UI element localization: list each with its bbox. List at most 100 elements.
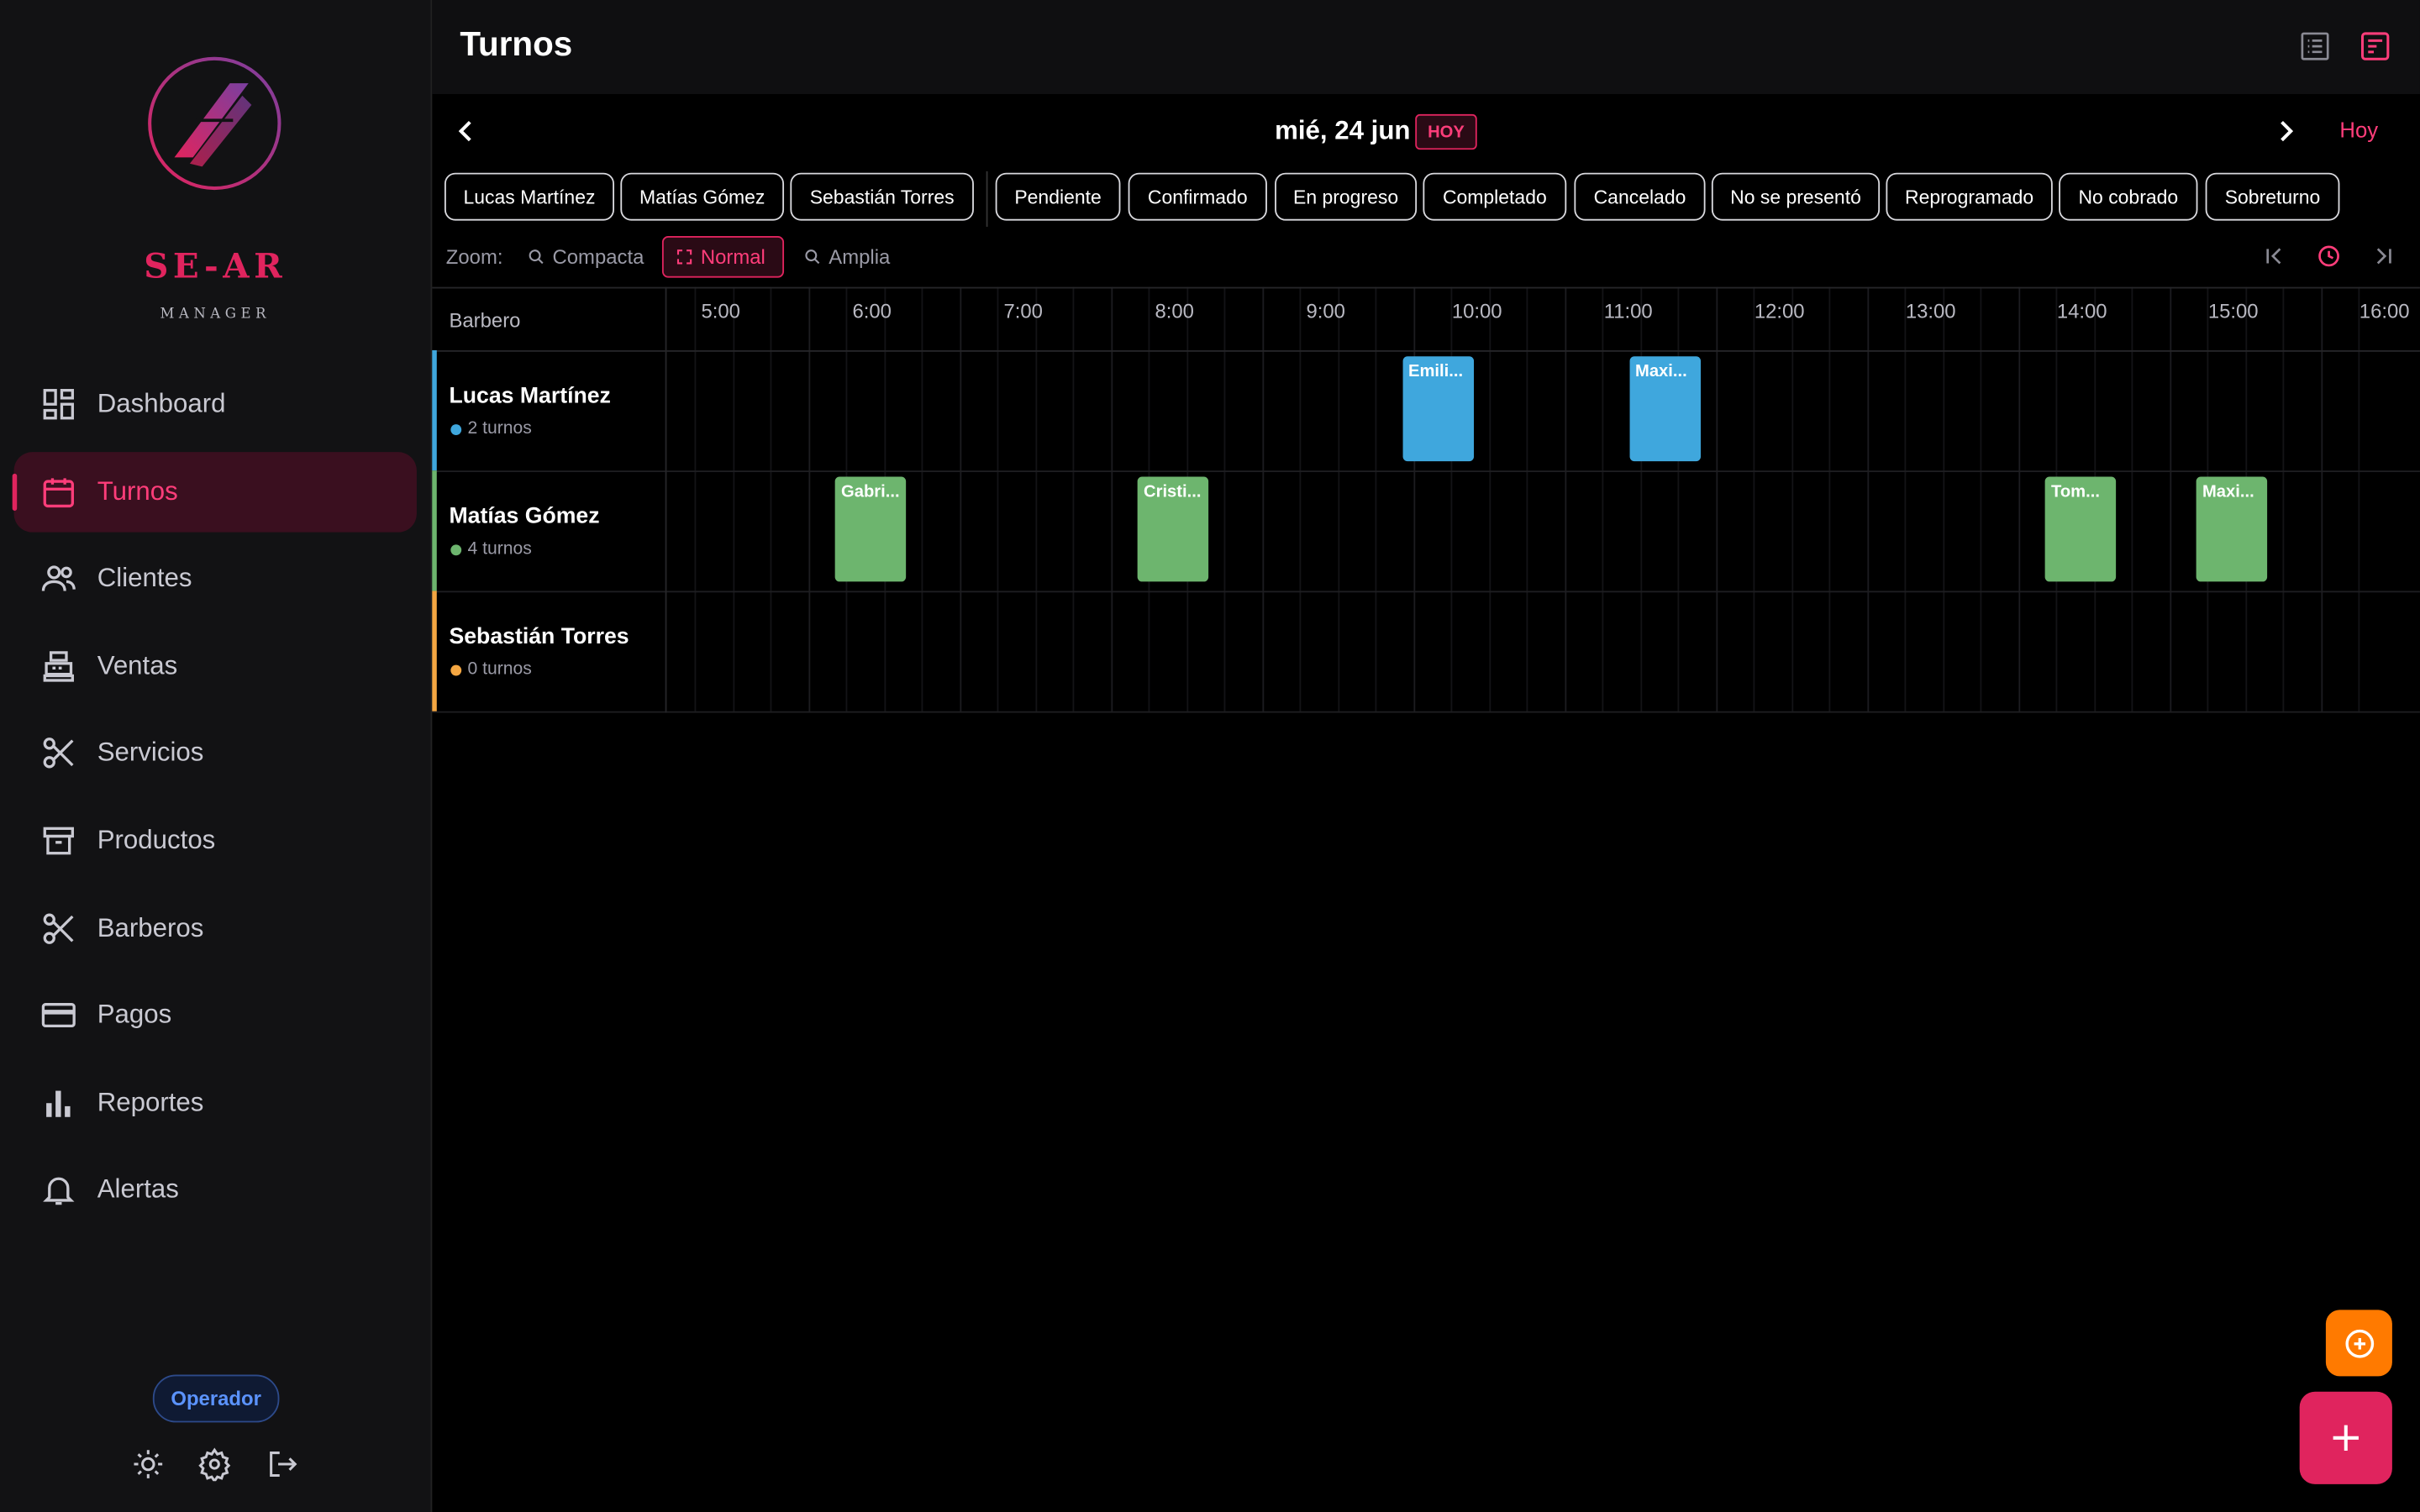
appointment-block[interactable]: Maxi... xyxy=(2196,476,2268,582)
filter-status-completado[interactable]: Completado xyxy=(1423,172,1567,221)
row-accent xyxy=(432,349,437,471)
cash-register-icon xyxy=(40,648,77,685)
brand-subtitle: MANAGER xyxy=(160,307,271,323)
page-header: Turnos xyxy=(432,0,2420,95)
sidebar-item-reportes[interactable]: Reportes xyxy=(14,1063,417,1143)
hour-label: 16:00 xyxy=(2359,299,2410,323)
status-dot xyxy=(450,544,462,556)
quick-add-button[interactable] xyxy=(2325,1310,2392,1377)
filter-status-no-cobrado[interactable]: No cobrado xyxy=(2059,172,2198,221)
zoom-normal-button[interactable]: Normal xyxy=(661,236,785,278)
barber-name: Matías Gómez xyxy=(449,504,600,529)
appointment-block[interactable]: Emili... xyxy=(1402,356,1474,462)
jump-start-icon[interactable] xyxy=(2263,244,2287,268)
hour-label: 14:00 xyxy=(2056,299,2107,323)
page-title: Turnos xyxy=(460,24,573,64)
timeline-header: Barbero 5:00 6:00 7:00 8:00 9:00 10:00 11:00 12… xyxy=(432,286,2420,352)
sidebar-item-clientes[interactable]: Clientes xyxy=(14,538,417,619)
brand-name: SE-AR xyxy=(144,246,287,287)
gear-icon[interactable] xyxy=(197,1447,231,1483)
sidebar: SE-AR MANAGER Dashboard Turnos Clientes xyxy=(0,0,433,1512)
filter-status-pendiente[interactable]: Pendiente xyxy=(995,172,1121,221)
status-dot xyxy=(450,664,462,676)
filter-status-sobreturno[interactable]: Sobreturno xyxy=(2205,172,2340,221)
timeline-view-icon[interactable] xyxy=(2358,29,2391,63)
filter-divider xyxy=(986,171,988,227)
sidebar-item-label: Reportes xyxy=(97,1087,204,1117)
clock-now-icon[interactable] xyxy=(2317,244,2341,268)
dashboard-icon xyxy=(40,386,77,423)
role-badge: Operador xyxy=(152,1374,280,1423)
scissors-icon xyxy=(40,910,77,947)
filter-status-reprogramado[interactable]: Reprogramado xyxy=(1886,172,2053,221)
prev-day-icon[interactable] xyxy=(450,116,481,147)
appointment-block[interactable]: Tom... xyxy=(2044,476,2117,582)
list-view-icon[interactable] xyxy=(2298,29,2332,63)
sun-icon[interactable] xyxy=(131,1447,165,1481)
sidebar-item-dashboard[interactable]: Dashboard xyxy=(14,364,417,444)
appointment-block[interactable]: Maxi... xyxy=(1628,356,1701,462)
zoom-compacta-button[interactable]: Compacta xyxy=(528,236,644,278)
filter-status-confirmado[interactable]: Confirmado xyxy=(1128,172,1267,221)
filter-status-no-se-presento[interactable]: No se presentó xyxy=(1711,172,1881,221)
appointment-count: 4 turnos xyxy=(467,539,532,559)
row-accent xyxy=(432,591,437,711)
plus-circle-icon xyxy=(2344,1329,2374,1357)
hour-label: 9:00 xyxy=(1306,299,1345,323)
filter-barber-matias[interactable]: Matías Gómez xyxy=(620,172,785,221)
hour-label: 12:00 xyxy=(1754,299,1805,323)
hour-label: 15:00 xyxy=(2207,299,2259,323)
add-appointment-button[interactable] xyxy=(2299,1391,2392,1484)
timeline-row-sebastian: Sebastián Torres 0 turnos xyxy=(432,591,2420,713)
jump-end-icon[interactable] xyxy=(2370,244,2395,268)
people-icon xyxy=(40,560,77,597)
brand-logo xyxy=(144,52,286,194)
credit-card-icon xyxy=(40,997,77,1034)
filter-barber-lucas[interactable]: Lucas Martínez xyxy=(444,172,615,221)
date-navigation: mié, 24 jun HOY Hoy xyxy=(432,94,2420,168)
next-day-icon[interactable] xyxy=(2270,116,2302,147)
calendar-icon xyxy=(40,473,77,510)
sidebar-item-label: Turnos xyxy=(97,475,178,506)
sidebar-item-barberos[interactable]: Barberos xyxy=(14,888,417,969)
filter-barber-sebastian[interactable]: Sebastián Torres xyxy=(790,172,974,221)
archive-box-icon xyxy=(40,822,77,859)
zoom-in-icon xyxy=(805,249,820,265)
zoom-ampliada-button[interactable]: Amplia xyxy=(804,236,890,278)
barber-name: Lucas Martínez xyxy=(449,384,611,409)
sidebar-item-label: Barberos xyxy=(97,912,204,942)
row-accent xyxy=(432,470,437,591)
bar-chart-icon xyxy=(40,1084,77,1121)
sidebar-item-pagos[interactable]: Pagos xyxy=(14,975,417,1056)
hour-label: 6:00 xyxy=(852,299,892,323)
zoom-compacta-label: Compacta xyxy=(552,245,644,269)
sidebar-item-servicios[interactable]: Servicios xyxy=(14,713,417,794)
barber-column-header: Barbero xyxy=(449,308,521,332)
filter-status-cancelado[interactable]: Cancelado xyxy=(1574,172,1706,221)
barber-column-divider xyxy=(665,286,667,713)
scissors-icon xyxy=(40,735,77,772)
sidebar-item-label: Pagos xyxy=(97,1000,172,1030)
hour-label: 11:00 xyxy=(1603,299,1653,323)
hour-label: 10:00 xyxy=(1451,299,1502,323)
filter-status-en-progreso[interactable]: En progreso xyxy=(1275,172,1418,221)
timeline-row-matias: Matías Gómez 4 turnos xyxy=(432,470,2420,593)
sidebar-item-label: Alertas xyxy=(97,1174,179,1205)
appointment-block[interactable]: Gabri... xyxy=(834,476,907,582)
zoom-normal-label: Normal xyxy=(700,245,765,269)
sidebar-item-label: Ventas xyxy=(97,650,178,680)
sidebar-item-alertas[interactable]: Alertas xyxy=(14,1150,417,1231)
zoom-ampliada-label: Amplia xyxy=(829,245,891,269)
today-badge: HOY xyxy=(1415,113,1477,150)
today-button[interactable]: Hoy xyxy=(2339,118,2378,142)
fullscreen-icon xyxy=(676,249,692,265)
appointment-block[interactable]: Cristi... xyxy=(1137,476,1209,582)
timeline-grid: Barbero 5:00 6:00 7:00 8:00 9:00 10:00 11:00 12… xyxy=(432,286,2420,713)
sidebar-item-productos[interactable]: Productos xyxy=(14,801,417,881)
sidebar-item-ventas[interactable]: Ventas xyxy=(14,626,417,706)
appointment-count: 0 turnos xyxy=(467,660,532,680)
barber-name: Sebastián Torres xyxy=(449,624,629,650)
sidebar-item-turnos[interactable]: Turnos xyxy=(12,451,417,532)
zoom-label: Zoom: xyxy=(445,245,503,269)
logout-icon[interactable] xyxy=(266,1447,299,1481)
